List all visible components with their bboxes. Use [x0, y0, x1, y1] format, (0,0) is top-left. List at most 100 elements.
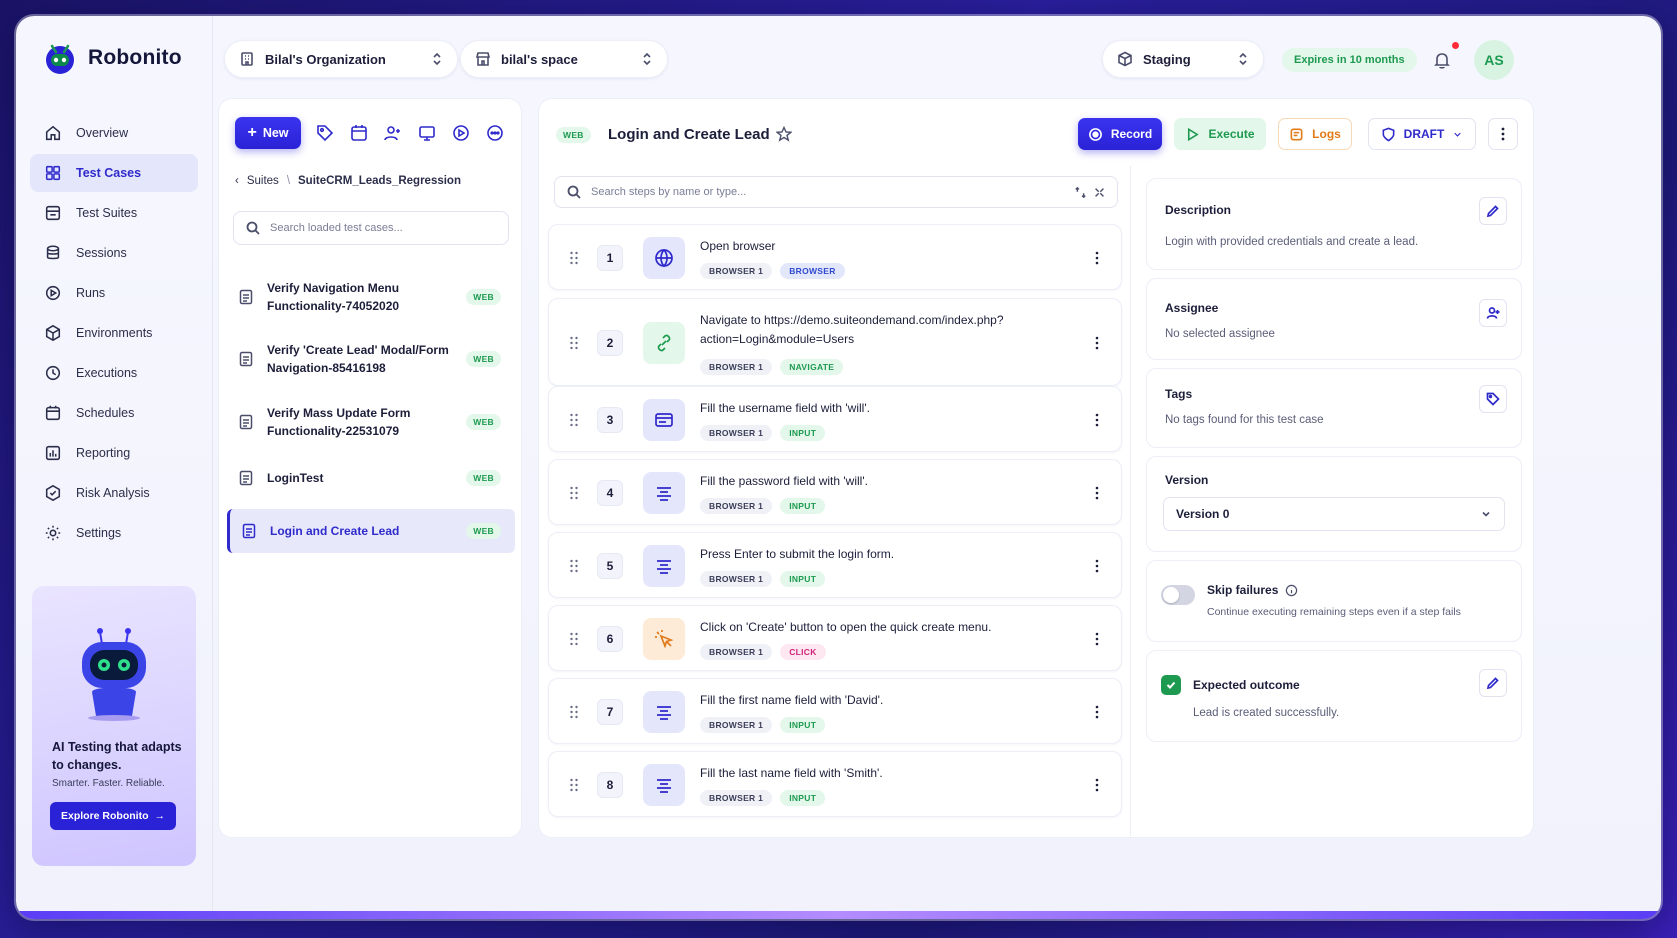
- sidebar-item-overview[interactable]: Overview: [30, 114, 198, 152]
- more-options-button[interactable]: [1488, 118, 1518, 150]
- platform-badge: WEB: [556, 127, 591, 143]
- sidebar-item-test-suites[interactable]: Test Suites: [30, 194, 198, 232]
- new-test-case-button[interactable]: + New: [235, 117, 301, 149]
- step-row-8[interactable]: 8 Fill the last name field with 'Smith'.…: [548, 751, 1122, 817]
- sidebar-item-schedules[interactable]: Schedules: [30, 394, 198, 432]
- execute-label: Execute: [1208, 127, 1255, 141]
- sidebar-item-test-cases[interactable]: Test Cases: [30, 154, 198, 192]
- kebab-icon[interactable]: [1095, 486, 1099, 500]
- step-number: 3: [597, 407, 623, 433]
- assign-user-button[interactable]: [1479, 299, 1507, 327]
- logo[interactable]: Robonito: [42, 40, 182, 76]
- star-icon[interactable]: [776, 126, 792, 142]
- chevron-down-icon: [1454, 132, 1461, 137]
- sidebar-item-settings[interactable]: Settings: [30, 514, 198, 552]
- drag-handle-icon[interactable]: [569, 705, 579, 719]
- step-row-4[interactable]: 4 Fill the password field with 'will'. B…: [548, 459, 1122, 525]
- home-icon: [45, 125, 61, 141]
- chevron-left-icon[interactable]: ‹: [235, 175, 239, 187]
- drag-handle-icon[interactable]: [569, 778, 579, 792]
- building-icon: [241, 52, 253, 66]
- sidebar-item-runs[interactable]: Runs: [30, 274, 198, 312]
- sidebar-item-sessions[interactable]: Sessions: [30, 234, 198, 272]
- monitor-icon[interactable]: [417, 123, 437, 143]
- space-select[interactable]: bilal's space: [460, 40, 668, 78]
- step-icon: [643, 691, 685, 733]
- step-row-5[interactable]: 5 Press Enter to submit the login form. …: [548, 532, 1122, 598]
- drag-handle-icon[interactable]: [569, 251, 579, 265]
- sidebar-item-risk-analysis[interactable]: Risk Analysis: [30, 474, 198, 512]
- step-search-input[interactable]: Search steps by name or type...: [554, 176, 1118, 208]
- kebab-icon[interactable]: [1095, 632, 1099, 646]
- execute-button[interactable]: Execute: [1174, 118, 1266, 150]
- sidebar-item-environments[interactable]: Environments: [30, 314, 198, 352]
- bell-icon[interactable]: [1432, 50, 1452, 70]
- logs-button[interactable]: Logs: [1278, 118, 1352, 150]
- kebab-icon[interactable]: [1095, 413, 1099, 427]
- breadcrumb-root[interactable]: Suites: [247, 175, 279, 187]
- organization-select[interactable]: Bilal's Organization: [224, 40, 458, 78]
- step-row-1[interactable]: 1 Open browser BROWSER 1 BROWSER: [548, 224, 1122, 290]
- collapse-icon[interactable]: [1094, 187, 1105, 198]
- test-case-toolbar: + New: [235, 117, 505, 149]
- play-icon[interactable]: [451, 123, 471, 143]
- list-item-active[interactable]: Login and Create Lead WEB: [227, 509, 515, 553]
- kebab-icon[interactable]: [1095, 559, 1099, 573]
- tag-icon[interactable]: [315, 123, 335, 143]
- step-number: 4: [597, 480, 623, 506]
- record-label: Record: [1110, 127, 1153, 141]
- version-select[interactable]: Version 0: [1163, 497, 1505, 531]
- add-tag-button[interactable]: [1479, 385, 1507, 413]
- description-title: Description: [1165, 203, 1232, 217]
- outcome-checkbox[interactable]: [1161, 675, 1181, 695]
- test-case-search-input[interactable]: Search loaded test cases...: [233, 211, 509, 245]
- version-card: Version Version 0: [1146, 456, 1522, 552]
- skip-failures-toggle[interactable]: [1161, 585, 1195, 605]
- step-icon: [643, 764, 685, 806]
- step-chips: BROWSER 1 INPUT: [700, 717, 826, 733]
- edit-description-button[interactable]: [1479, 197, 1507, 225]
- new-button-label: New: [262, 126, 289, 140]
- cursor-click-icon: [655, 630, 674, 649]
- step-row-3[interactable]: 3 Fill the username field with 'will'. B…: [548, 386, 1122, 452]
- list-item[interactable]: Verify 'Create Lead' Modal/Form Navigati…: [227, 331, 515, 387]
- sidebar-item-executions[interactable]: Executions: [30, 354, 198, 392]
- check-icon: [1166, 681, 1176, 689]
- step-row-7[interactable]: 7 Fill the first name field with 'David'…: [548, 678, 1122, 744]
- list-item[interactable]: Verify Navigation Menu Functionality-740…: [227, 269, 515, 325]
- runs-icon: [45, 285, 61, 301]
- calendar-icon[interactable]: [349, 123, 369, 143]
- drag-handle-icon[interactable]: [569, 336, 579, 350]
- drag-handle-icon[interactable]: [569, 413, 579, 427]
- kebab-icon[interactable]: [1095, 778, 1099, 792]
- step-row-6[interactable]: 6 Click on 'Create' button to open the q…: [548, 605, 1122, 671]
- edit-outcome-button[interactable]: [1479, 669, 1507, 697]
- sidebar-item-label: Environments: [76, 326, 153, 340]
- expand-icon[interactable]: [1075, 186, 1086, 198]
- info-icon[interactable]: [1285, 584, 1298, 597]
- list-item[interactable]: Verify Mass Update Form Functionality-22…: [227, 394, 515, 450]
- drag-handle-icon[interactable]: [569, 486, 579, 500]
- step-row-2[interactable]: 2 Navigate to https://demo.suiteondemand…: [548, 298, 1122, 386]
- add-user-icon[interactable]: [383, 123, 403, 143]
- drag-handle-icon[interactable]: [569, 559, 579, 573]
- more-circle-icon[interactable]: [485, 123, 505, 143]
- explore-button[interactable]: Explore Robonito →: [50, 802, 176, 830]
- gear-icon: [45, 525, 61, 541]
- drag-handle-icon[interactable]: [569, 632, 579, 646]
- list-item[interactable]: LoginTest WEB: [227, 457, 515, 499]
- sidebar-item-label: Reporting: [76, 446, 131, 460]
- promo-subtitle: Smarter. Faster. Reliable.: [52, 778, 165, 789]
- kebab-icon[interactable]: [1095, 705, 1099, 719]
- kebab-icon[interactable]: [1095, 251, 1099, 265]
- kebab-icon[interactable]: [1095, 336, 1099, 350]
- step-type-chip: INPUT: [780, 571, 826, 587]
- avatar[interactable]: AS: [1474, 40, 1514, 80]
- sidebar-item-label: Overview: [76, 126, 129, 140]
- sidebar-item-reporting[interactable]: Reporting: [30, 434, 198, 472]
- sidebar-divider: [212, 16, 213, 919]
- environment-select[interactable]: Staging: [1102, 40, 1264, 78]
- sidebar-item-label: Settings: [76, 526, 122, 540]
- record-button[interactable]: Record: [1078, 118, 1162, 150]
- status-dropdown[interactable]: DRAFT: [1368, 118, 1476, 150]
